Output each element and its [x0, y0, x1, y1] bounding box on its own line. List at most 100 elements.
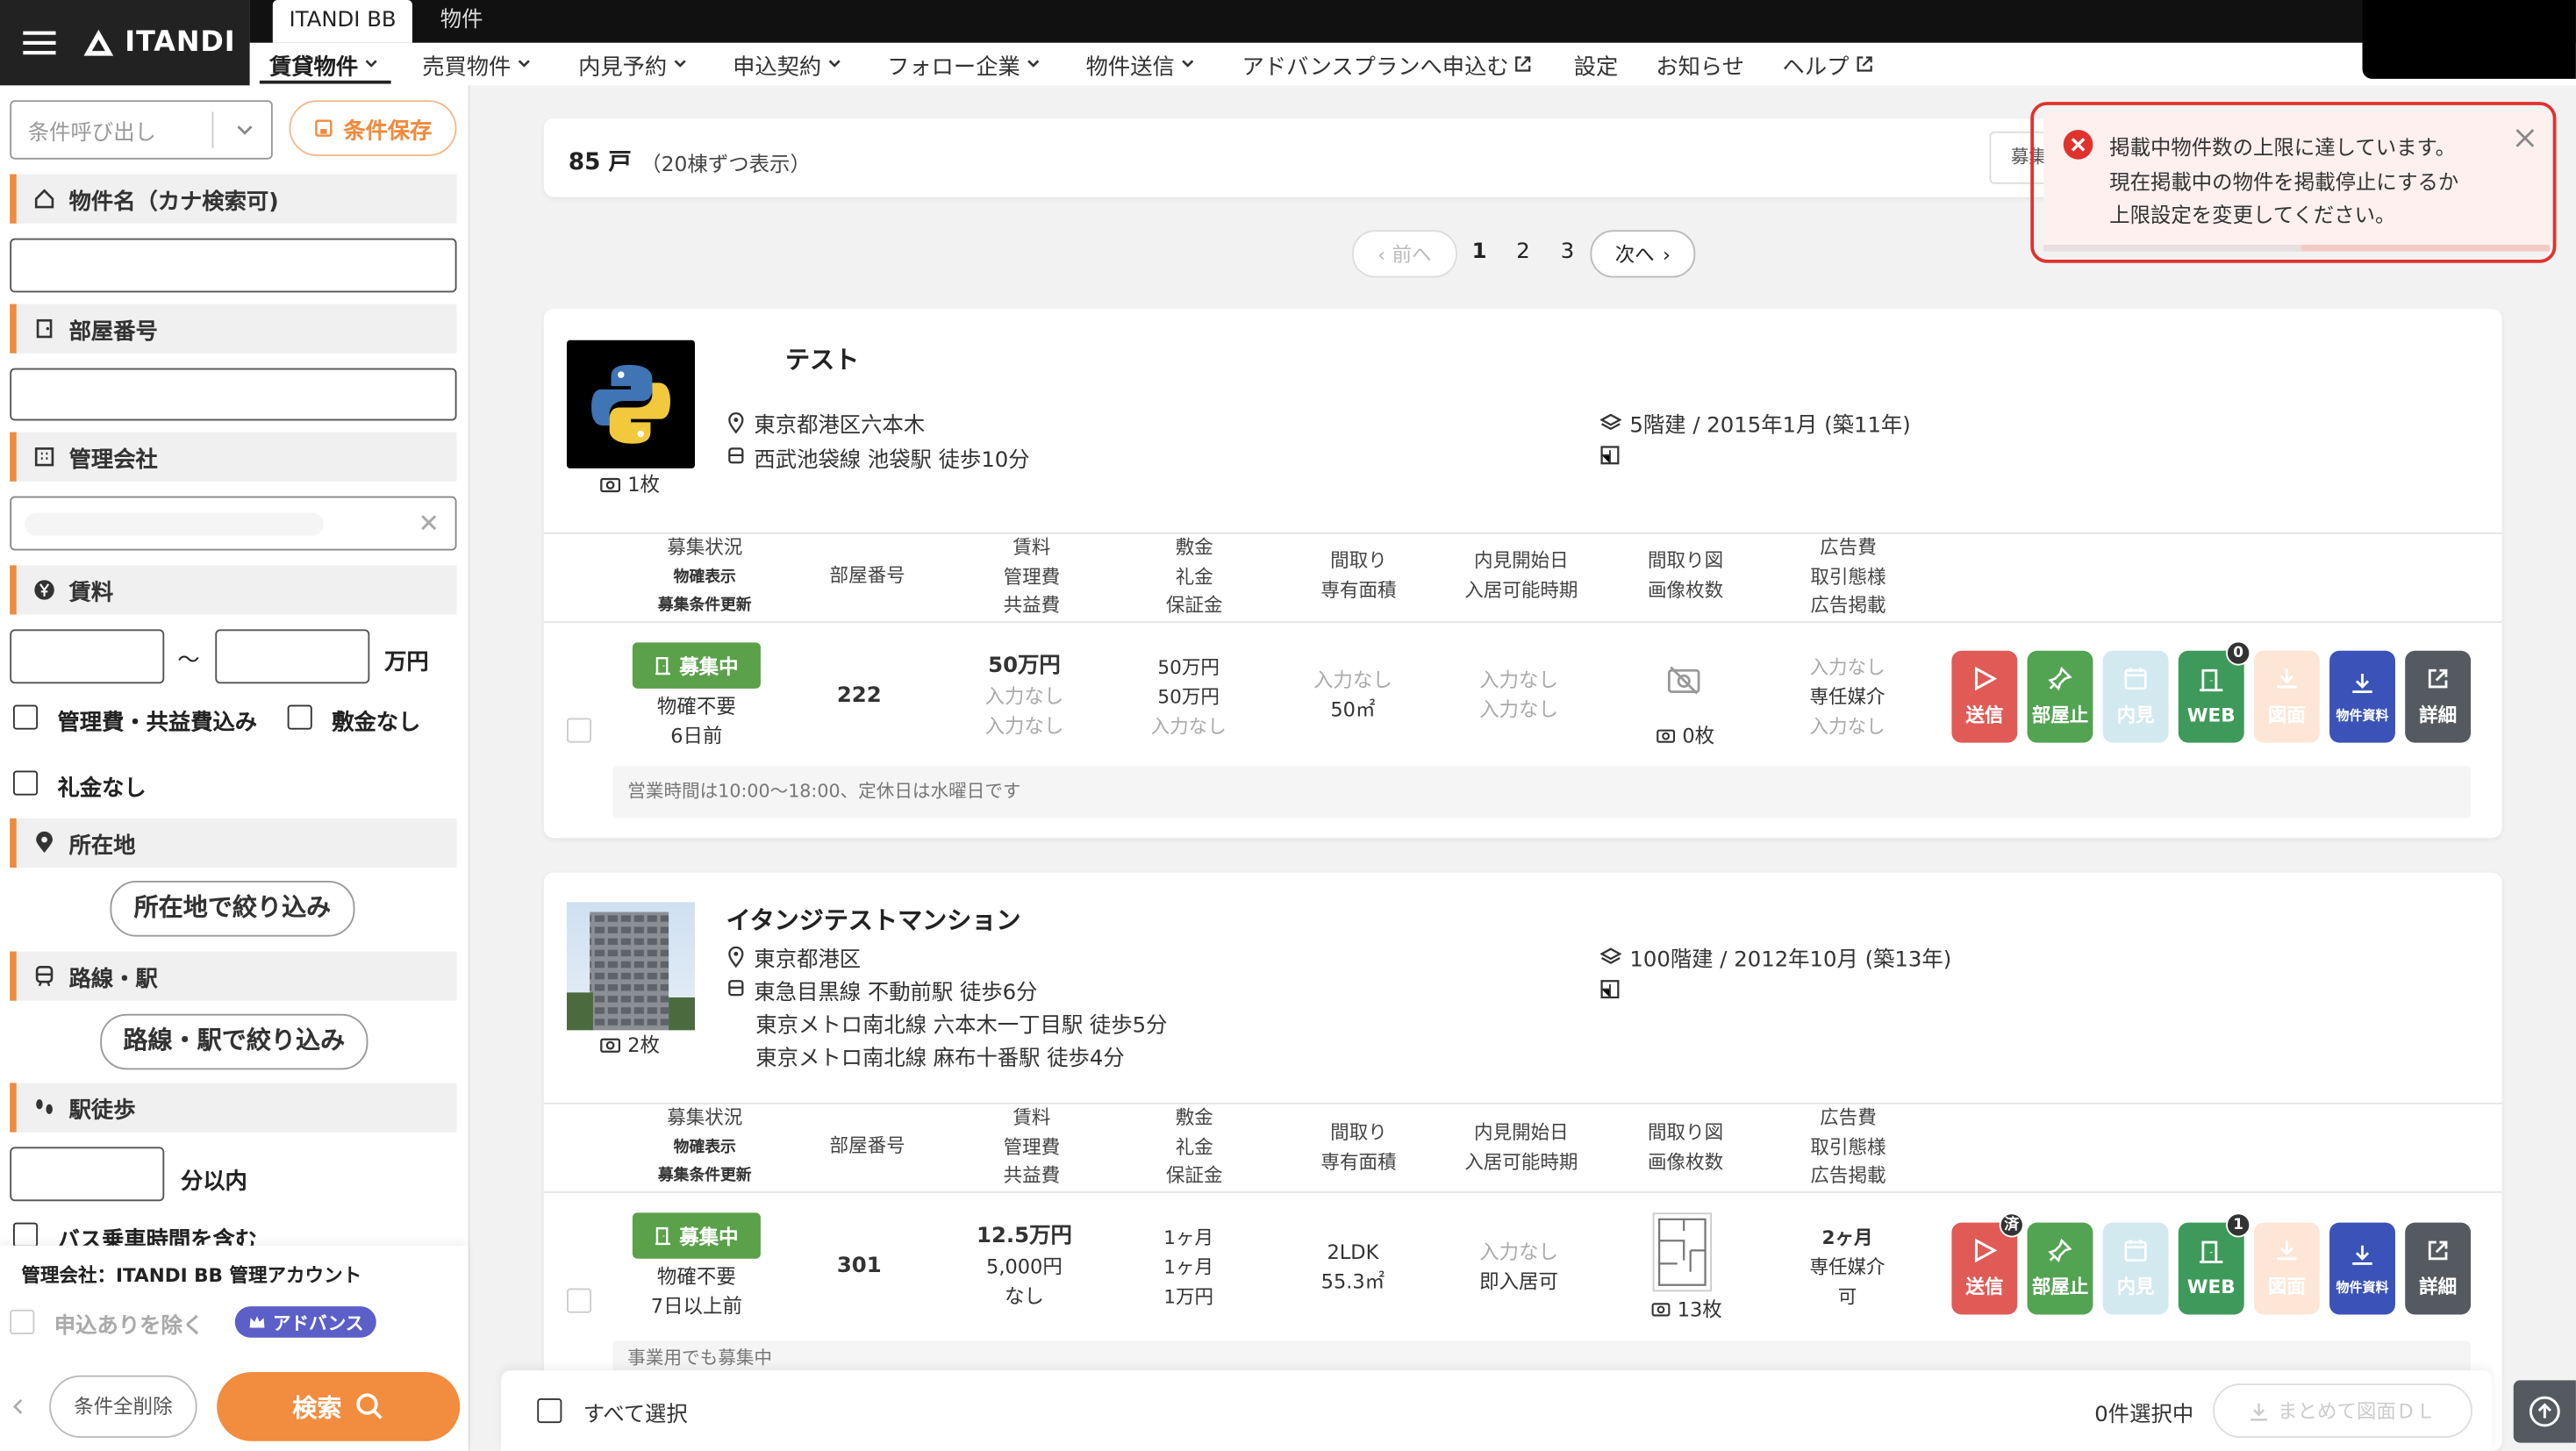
page-2[interactable]: 2	[1516, 230, 1530, 275]
detail-button[interactable]: 詳細	[2405, 1222, 2472, 1315]
header-layout: 間取り 専有面積	[1320, 548, 1397, 601]
no-deposit-label: 敷金なし	[332, 710, 421, 737]
include-bus-checkbox[interactable]	[12, 1222, 39, 1247]
property-station: 東急目黒線 不動前駅 徒歩6分	[726, 975, 1038, 1005]
download-icon	[2250, 1401, 2269, 1420]
header-rent: 賃料 管理費 共益費	[1003, 1105, 1061, 1187]
prev-page-button[interactable]: ‹ 前へ	[1351, 230, 1457, 278]
menu-icon[interactable]	[23, 30, 56, 56]
page-1[interactable]: 1	[1472, 230, 1487, 275]
tab-property[interactable]: 物件	[424, 0, 499, 43]
line-station-filter-button[interactable]: 路線・駅で絞り込み	[100, 1013, 369, 1070]
save-icon	[314, 118, 333, 138]
header-deposit: 敷金 礼金 保証金	[1165, 1105, 1223, 1187]
tab-itandi-bb[interactable]: ITANDI BB	[272, 0, 413, 43]
status-badge: 募集中	[632, 642, 761, 689]
saved-search-select[interactable]: 条件呼び出し	[10, 100, 273, 160]
stop-room-button[interactable]: 部屋止	[2027, 1222, 2093, 1315]
viewing-button[interactable]: 内見	[2102, 650, 2169, 743]
floorplan-thumbnail[interactable]	[1652, 1212, 1713, 1292]
web-button[interactable]: WEB 0	[2178, 640, 2251, 743]
nav-sale[interactable]: 売買物件	[422, 46, 532, 82]
building-icon	[32, 446, 55, 468]
no-deposit-checkbox[interactable]	[287, 704, 312, 730]
include-fees-checkbox[interactable]	[12, 704, 39, 730]
room-number-input[interactable]	[10, 368, 457, 421]
header-ad: 広告費 取引態様 広告掲載	[1810, 535, 1886, 617]
chevron-down-icon	[672, 58, 689, 71]
section-walk-time: 駅徒歩	[10, 1083, 457, 1133]
nav-news[interactable]: お知らせ	[1656, 46, 1744, 82]
property-docs-button[interactable]: 物件資料	[2329, 1222, 2395, 1315]
stop-room-button[interactable]: 部屋止	[2027, 650, 2093, 743]
rent-max-input[interactable]	[215, 629, 370, 684]
nav-send[interactable]: 物件送信	[1086, 46, 1196, 82]
property-thumbnail[interactable]	[566, 340, 696, 468]
viewing-button[interactable]: 内見	[2102, 1222, 2169, 1315]
page-3[interactable]: 3	[1561, 230, 1575, 275]
select-all-checkbox[interactable]	[537, 1398, 562, 1424]
close-icon[interactable]	[2514, 126, 2537, 149]
floorplan-small-icon	[1600, 446, 1620, 465]
nav-contract[interactable]: 申込契約	[733, 46, 842, 82]
location-filter-button[interactable]: 所在地で絞り込み	[110, 880, 355, 937]
train-icon	[32, 965, 55, 988]
room-number[interactable]: 222	[810, 682, 908, 711]
room-checkbox[interactable]	[566, 1288, 592, 1313]
chevron-down-icon	[1179, 58, 1196, 71]
floorplan-button[interactable]: 図面	[2253, 1222, 2320, 1315]
nav-follow[interactable]: フォロー企業	[887, 46, 1041, 82]
include-fees-label: 管理費・共益費込み	[57, 710, 258, 737]
detail-button[interactable]: 詳細	[2405, 650, 2472, 743]
nav-help[interactable]: ヘルプ	[1783, 46, 1874, 82]
nav-settings[interactable]: 設定	[1574, 46, 1619, 82]
web-button[interactable]: WEB 1	[2178, 1212, 2251, 1315]
select-all-label: すべて選択	[583, 1403, 688, 1428]
collapse-sidebar-icon[interactable]	[10, 1397, 26, 1416]
exclude-applications-checkbox[interactable]	[10, 1309, 35, 1334]
send-button[interactable]: 送信済	[1951, 1212, 2024, 1315]
no-key-money-checkbox[interactable]	[12, 770, 39, 796]
nav-advance[interactable]: アドバンスプランへ申込む	[1242, 46, 1534, 82]
next-page-button[interactable]: 次へ ›	[1590, 230, 1696, 278]
web-count-badge: 1	[2226, 1212, 2251, 1238]
property-docs-button[interactable]: 物件資料	[2329, 650, 2395, 743]
section-management-company: 管理会社	[10, 432, 457, 482]
room-checkbox[interactable]	[566, 718, 592, 743]
walk-time-input[interactable]	[10, 1147, 165, 1202]
property-name-input[interactable]	[10, 238, 457, 293]
layers-icon	[1599, 412, 1622, 433]
room-viewing: 入力なし 即入居可	[1479, 1240, 1558, 1294]
property-thumbnail[interactable]	[566, 902, 696, 1031]
section-rent: 賃料	[10, 565, 457, 615]
chevron-down-icon	[826, 58, 843, 71]
save-search-button[interactable]: 条件保存	[289, 100, 457, 156]
header-floorplan: 間取り図 画像枚数	[1648, 548, 1724, 601]
search-icon	[354, 1392, 384, 1422]
search-button[interactable]: 検索	[217, 1372, 461, 1441]
send-button[interactable]: 送信	[1951, 650, 2018, 743]
clear-icon[interactable]	[418, 511, 440, 534]
brand-name[interactable]: ITANDI	[125, 26, 235, 59]
toast-progress	[2043, 245, 2302, 252]
clear-conditions-button[interactable]: 条件全削除	[49, 1375, 197, 1438]
nav-rental[interactable]: 賃貸物件	[269, 46, 379, 82]
floorplan-button[interactable]: 図面	[2253, 650, 2320, 743]
building-info: 5階建 / 2015年1月 (築11年)	[1599, 408, 1911, 439]
header-viewing: 内見開始日 入居可能時期	[1464, 548, 1578, 601]
location-pin-icon	[726, 946, 746, 969]
scroll-top-button[interactable]	[2513, 1380, 2576, 1443]
property-card: 1枚 テスト 東京都港区六本木 西武池袋線 池袋駅 徒歩10分 5階建 / 20…	[543, 309, 2502, 839]
rent-min-input[interactable]	[10, 629, 165, 684]
account-area[interactable]	[2362, 0, 2576, 79]
pin-icon	[32, 831, 55, 854]
bulk-download-button[interactable]: まとめて図面ＤＬ	[2213, 1383, 2472, 1438]
management-company-input[interactable]	[10, 496, 457, 551]
result-count: 85 戸	[568, 149, 632, 176]
room-rent: 50万円 入力なし 入力なし	[984, 654, 1064, 739]
property-name[interactable]: イタンジテストマンション	[726, 902, 1021, 936]
room-number[interactable]: 301	[810, 1252, 908, 1282]
nav-viewing[interactable]: 内見予約	[578, 46, 688, 82]
floorplan-small-icon	[1600, 979, 1620, 999]
property-name[interactable]: テスト	[785, 342, 859, 376]
